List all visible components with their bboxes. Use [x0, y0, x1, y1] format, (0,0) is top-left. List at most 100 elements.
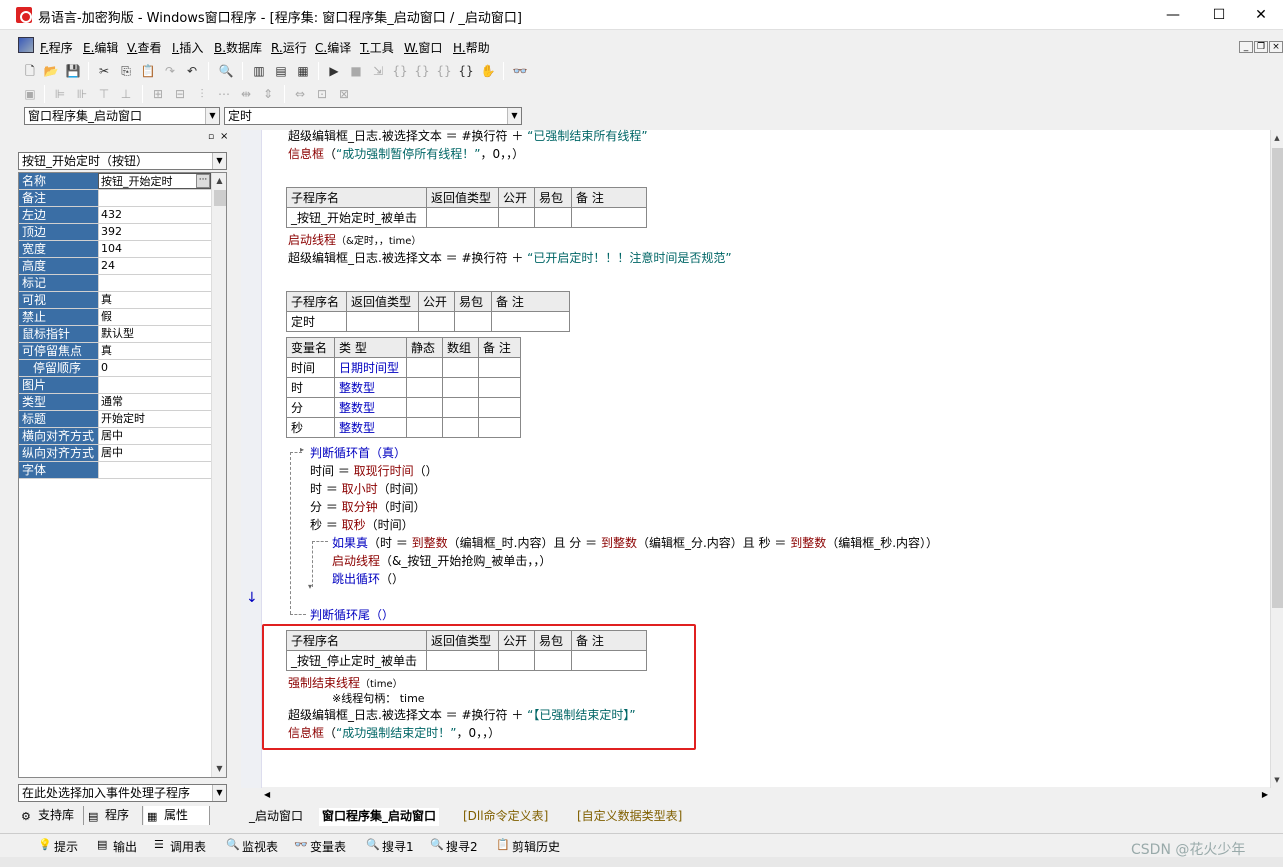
property-row[interactable]: 宽度 104 — [19, 241, 211, 258]
stop-icon[interactable]: ■ — [346, 61, 366, 81]
binoculars-icon[interactable]: 👓 — [510, 61, 530, 81]
code-line[interactable]: 时 ＝ 取小时（时间） — [310, 481, 426, 497]
redo-icon[interactable]: ↷ — [160, 61, 180, 81]
new-file-icon[interactable]: 🗋 — [20, 61, 40, 81]
property-row[interactable]: 标题 开始定时 — [19, 411, 211, 428]
code-line[interactable]: 如果真（时 ＝ 到整数（编辑框_时.内容）且 分 ＝ 到整数（编辑框_分.内容）… — [332, 535, 938, 551]
align-left-icon[interactable]: ⊫ — [50, 84, 70, 104]
space-h-icon[interactable]: ⋯ — [214, 84, 234, 104]
subroutine-name[interactable]: _按钮_开始定时_被单击 — [286, 207, 427, 228]
same-width-icon[interactable]: ⇹ — [236, 84, 256, 104]
tab-support-library[interactable]: ⚙ 支持库 — [18, 806, 84, 825]
property-row[interactable]: 禁止假 — [19, 309, 211, 326]
center-v-icon[interactable]: ⊟ — [170, 84, 190, 104]
run-to-cursor-icon[interactable]: {} — [456, 61, 476, 81]
event-select[interactable]: 在此处选择加入事件处理子程序 ▼ — [18, 784, 227, 802]
paste-icon[interactable]: 📋 — [138, 61, 158, 81]
align-right-icon[interactable]: ⊪ — [72, 84, 92, 104]
align-grid-icon[interactable]: ▣ — [20, 84, 40, 104]
run-icon[interactable]: ▶ — [324, 61, 344, 81]
menu-run[interactable]: R.运行 — [271, 39, 307, 56]
undo-icon[interactable]: ↶ — [182, 61, 202, 81]
property-scrollbar[interactable]: ▲ ▼ — [211, 173, 226, 777]
save-icon[interactable]: 💾 — [63, 61, 83, 81]
scroll-right-icon[interactable]: ▶ — [1262, 787, 1268, 803]
property-row[interactable]: 顶边 392 — [19, 224, 211, 241]
property-row[interactable]: 标记 — [19, 275, 211, 292]
panel-pin-icon[interactable]: ▫ — [208, 132, 214, 142]
subroutine-select[interactable]: 定时 ▼ — [224, 107, 522, 125]
menu-help[interactable]: H.帮助 — [453, 39, 490, 56]
same-height-icon[interactable]: ⇕ — [258, 84, 278, 104]
step-over-icon[interactable]: {} — [412, 61, 432, 81]
menu-tools[interactable]: T.工具 — [360, 39, 394, 56]
menu-view[interactable]: V.查看 — [127, 39, 162, 56]
step-out-icon[interactable]: {} — [434, 61, 454, 81]
tab-search2[interactable]: 🔍 搜寻2 — [428, 838, 478, 855]
tab-output[interactable]: ▤ 输出 — [95, 838, 137, 855]
ellipsis-button[interactable]: ··· — [196, 174, 210, 188]
same-size-icon[interactable]: ⇔ — [290, 84, 310, 104]
open-folder-icon[interactable]: 📂 — [41, 61, 61, 81]
copy-icon[interactable]: ⎘ — [116, 61, 136, 81]
property-row[interactable]: 左边 432 — [19, 207, 211, 224]
scroll-up-icon[interactable]: ▲ — [1271, 130, 1283, 146]
tab-variables[interactable]: 👓 变量表 — [292, 838, 346, 855]
property-row[interactable]: 横向对齐方式 居中 — [19, 428, 211, 445]
scroll-down-icon[interactable]: ▼ — [1271, 772, 1283, 788]
align-bottom-icon[interactable]: ⊥ — [116, 84, 136, 104]
minimize-button[interactable]: — — [1150, 0, 1196, 30]
tab-startup-window[interactable]: _启动窗口 — [249, 808, 303, 826]
code-line[interactable]: 跳出循环（） — [332, 571, 404, 587]
layout-2-icon[interactable]: ▤ — [271, 61, 291, 81]
maximize-button[interactable]: ☐ — [1196, 0, 1242, 30]
scroll-up-icon[interactable]: ▲ — [212, 173, 226, 189]
center-h-icon[interactable]: ⊞ — [148, 84, 168, 104]
code-line[interactable]: 时间 ＝ 取现行时间（） — [310, 463, 438, 479]
property-row[interactable]: 名称 按钮_开始定时 ··· — [19, 173, 211, 190]
loop-tail[interactable]: 判断循环尾（） — [310, 607, 394, 623]
property-row[interactable]: 鼠标指针 默认型 — [19, 326, 211, 343]
menu-edit[interactable]: E.编辑 — [83, 39, 118, 56]
close-button[interactable]: ✕ — [1238, 0, 1283, 30]
tab-hints[interactable]: 💡 提示 — [36, 838, 78, 855]
hand-icon[interactable]: ✋ — [478, 61, 498, 81]
layout-3-icon[interactable]: ▦ — [293, 61, 313, 81]
property-row[interactable]: 停留顺序 0 — [19, 360, 211, 377]
component-select[interactable]: 按钮_开始定时（按钮） ▼ — [18, 152, 227, 170]
align-top-icon[interactable]: ⊤ — [94, 84, 114, 104]
tab-call-stack[interactable]: ☰ 调用表 — [152, 838, 206, 855]
menu-database[interactable]: B.数据库 — [214, 39, 262, 56]
menu-window[interactable]: W.窗口 — [404, 39, 442, 56]
code-line[interactable]: 秒 ＝ 取秒（时间） — [310, 517, 414, 533]
mdi-minimize-button[interactable]: _ — [1239, 41, 1253, 53]
editor-vertical-scrollbar[interactable]: ▲ ▼ — [1270, 130, 1283, 788]
code-line[interactable]: 超级编辑框_日志.被选择文本 ＝ #换行符 ＋ “已强制结束所有线程” — [288, 128, 648, 144]
cut-icon[interactable]: ✂ — [94, 61, 114, 81]
layout-1-icon[interactable]: ▥ — [249, 61, 269, 81]
step-icon[interactable]: ⇲ — [368, 61, 388, 81]
property-row[interactable]: 字体 — [19, 462, 211, 479]
center-form-icon[interactable]: ⊡ — [312, 84, 332, 104]
tab-assembly[interactable]: 窗口程序集_启动窗口 — [319, 808, 440, 826]
order-icon[interactable]: ⊠ — [334, 84, 354, 104]
tab-watch[interactable]: 🔍 监视表 — [224, 838, 278, 855]
code-line[interactable]: 信息框（“成功强制暂停所有线程！”，0，，） — [288, 146, 524, 162]
loop-head[interactable]: 判断循环首（真） — [310, 445, 406, 461]
property-row[interactable]: 高度 24 — [19, 258, 211, 275]
editor-horizontal-scrollbar[interactable]: ◀ ▶ — [262, 787, 1270, 804]
mdi-restore-button[interactable]: ❐ — [1254, 41, 1268, 53]
scroll-left-icon[interactable]: ◀ — [264, 787, 270, 803]
scroll-down-icon[interactable]: ▼ — [212, 761, 226, 777]
property-row[interactable]: 可视真 — [19, 292, 211, 309]
code-line[interactable]: 启动线程（&_按钮_开始抢购_被单击，，） — [332, 553, 551, 569]
menu-insert[interactable]: I.插入 — [172, 39, 203, 56]
code-line[interactable]: 超级编辑框_日志.被选择文本 ＝ #换行符 ＋ “已开启定时！！！注意时间是否规… — [288, 250, 732, 266]
find-icon[interactable]: 🔍 — [216, 61, 236, 81]
property-row[interactable]: 纵向对齐方式 居中 — [19, 445, 211, 462]
tab-dll-commands[interactable]: [Dll命令定义表] — [463, 808, 548, 826]
property-row[interactable]: 类型 通常 — [19, 394, 211, 411]
assembly-select[interactable]: 窗口程序集_启动窗口 ▼ — [24, 107, 220, 125]
code-line[interactable]: 启动线程（&定时，，time） — [288, 232, 421, 250]
tab-clip-history[interactable]: 📋 剪辑历史 — [494, 838, 560, 855]
